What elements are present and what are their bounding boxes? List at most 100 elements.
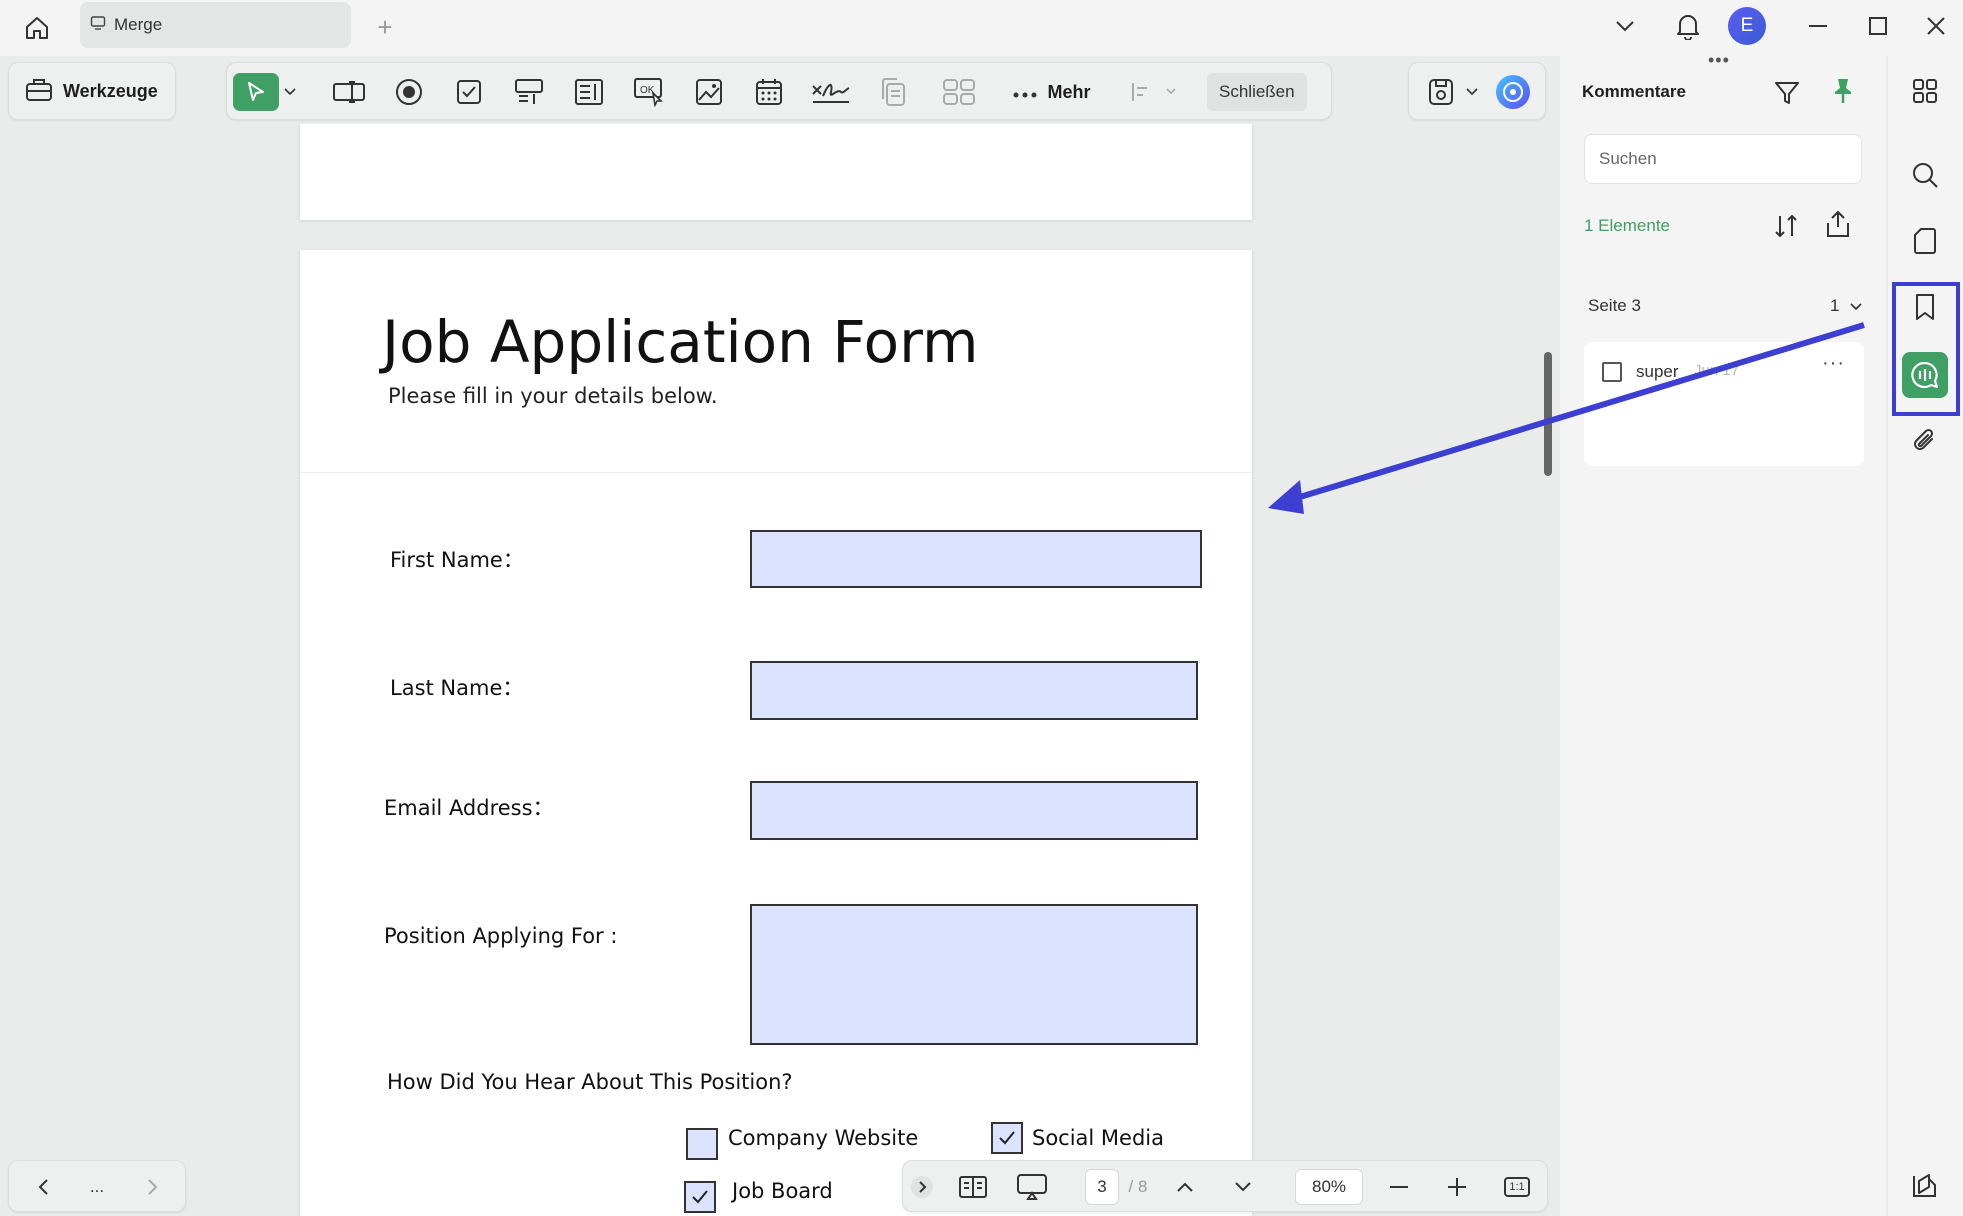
email-field[interactable]: [750, 781, 1198, 840]
presentation-icon[interactable]: [1011, 1169, 1053, 1205]
panel-drag-handle[interactable]: •••: [1708, 50, 1730, 71]
more-button[interactable]: Mehr: [1007, 73, 1097, 111]
grid-icon[interactable]: [937, 73, 981, 111]
vertical-scrollbar[interactable]: [1544, 352, 1552, 476]
align-icon[interactable]: [1127, 73, 1183, 111]
checkbox-icon[interactable]: [449, 73, 489, 111]
job-board-checkbox[interactable]: [684, 1181, 716, 1213]
document-viewport[interactable]: Job Application Form Please fill in your…: [0, 124, 1545, 1216]
comment-item[interactable]: super Jun 17 ···: [1584, 342, 1864, 466]
position-field[interactable]: [750, 904, 1198, 1045]
bottom-toolbar: 3 / 8 80% 1:1: [902, 1160, 1548, 1212]
company-website-checkbox[interactable]: [686, 1128, 718, 1160]
search-icon[interactable]: [1904, 154, 1946, 196]
page-icon[interactable]: [1904, 220, 1946, 262]
last-name-label: Last Name：: [390, 676, 524, 700]
chevron-down-icon[interactable]: [1610, 8, 1640, 44]
attachment-icon[interactable]: [1904, 420, 1946, 462]
checkmark-icon: [692, 1190, 708, 1204]
form-subtitle: Please fill in your details below.: [388, 384, 718, 408]
comments-panel: ••• Kommentare Suchen 1 Elemente Seite 3…: [1560, 50, 1886, 1216]
page-navigation: ...: [8, 1160, 186, 1212]
zoom-out-icon[interactable]: [1381, 1169, 1417, 1205]
save-chevron-down-icon[interactable]: [1463, 73, 1481, 111]
comment-text: super: [1636, 362, 1679, 381]
page-total: / 8: [1128, 1177, 1148, 1196]
source-question: How Did You Hear About This Position?: [387, 1070, 793, 1094]
more-label: Mehr: [1047, 81, 1091, 102]
filter-icon[interactable]: [1770, 76, 1804, 110]
page-group-count: 1: [1830, 296, 1840, 315]
forward-icon[interactable]: [133, 1169, 173, 1205]
checkmark-icon: [999, 1131, 1015, 1145]
pdf-page: Job Application Form Please fill in your…: [300, 250, 1252, 1216]
avatar-initial: E: [1728, 7, 1766, 45]
date-field-icon[interactable]: [749, 73, 789, 111]
zoom-level[interactable]: 80%: [1295, 1169, 1363, 1205]
document-tab[interactable]: Merge: [80, 2, 351, 48]
sort-icon[interactable]: [1768, 208, 1804, 244]
bell-icon[interactable]: [1670, 8, 1706, 44]
next-page-icon[interactable]: [1225, 1169, 1261, 1205]
home-icon[interactable]: [18, 10, 56, 46]
highlight-annotation-box: [1892, 282, 1960, 416]
image-field-icon[interactable]: [689, 73, 729, 111]
company-website-label: Company Website: [728, 1126, 919, 1150]
ai-assistant-icon[interactable]: [1493, 73, 1533, 111]
monitor-icon: [90, 15, 106, 36]
form-toolbar: OK Mehr Schließen: [226, 62, 1332, 120]
select-arrow-icon[interactable]: [233, 73, 279, 111]
first-name-label: First Name：: [390, 548, 524, 572]
maximize-icon[interactable]: [1860, 8, 1896, 44]
social-media-checkbox[interactable]: [991, 1122, 1023, 1154]
radio-button-icon[interactable]: [389, 73, 429, 111]
actual-size-button[interactable]: 1:1: [1499, 1169, 1535, 1205]
save-icon[interactable]: [1421, 73, 1461, 111]
thumbnails-grid-icon[interactable]: [1904, 70, 1946, 112]
list-box-icon[interactable]: [569, 73, 609, 111]
back-icon[interactable]: [23, 1169, 63, 1205]
expand-icon[interactable]: [909, 1169, 935, 1205]
comment-date: Jun 17: [1694, 362, 1740, 379]
more-dots-icon: [1013, 82, 1037, 103]
right-rail: [1888, 56, 1963, 1216]
comment-checkbox[interactable]: [1602, 362, 1622, 382]
previous-page: [300, 124, 1252, 220]
page-group-label: Seite 3: [1588, 296, 1641, 315]
comments-title: Kommentare: [1582, 82, 1686, 101]
title-bar: Merge + E: [0, 0, 1963, 56]
previous-page-icon[interactable]: [1167, 1169, 1203, 1205]
panel-layout-icon[interactable]: [1904, 1164, 1946, 1206]
position-label: Position Applying For :: [384, 924, 618, 948]
signature-field-icon[interactable]: [809, 73, 853, 111]
toolbox-icon: [25, 76, 53, 107]
email-label: Email Address：: [384, 796, 554, 820]
zoom-in-icon[interactable]: [1439, 1169, 1475, 1205]
save-toolbar: [1408, 62, 1546, 120]
export-icon[interactable]: [1820, 206, 1856, 242]
header-divider: [300, 472, 1252, 473]
reading-mode-icon[interactable]: [953, 1169, 993, 1205]
comment-search-input[interactable]: Suchen: [1584, 134, 1862, 184]
chevron-down-icon: [1850, 303, 1862, 311]
text-field-icon[interactable]: [329, 73, 369, 111]
social-media-label: Social Media: [1032, 1126, 1165, 1150]
page-group-toggle[interactable]: 1: [1830, 296, 1862, 316]
last-name-field[interactable]: [750, 661, 1198, 720]
new-tab-button[interactable]: +: [370, 12, 400, 42]
close-window-icon[interactable]: [1918, 8, 1954, 44]
pin-icon[interactable]: [1826, 74, 1860, 108]
combo-box-icon[interactable]: [509, 73, 549, 111]
tools-button[interactable]: Werkzeuge: [8, 62, 176, 120]
form-title: Job Application Form: [382, 308, 979, 376]
user-avatar[interactable]: E: [1727, 7, 1767, 45]
page-number-input[interactable]: 3: [1085, 1169, 1119, 1205]
comment-more-icon[interactable]: ···: [1822, 352, 1845, 375]
duplicate-icon[interactable]: [873, 73, 913, 111]
minimize-icon[interactable]: [1800, 8, 1836, 44]
select-dropdown-chevron-icon[interactable]: [281, 73, 299, 111]
nav-more-button[interactable]: ...: [77, 1169, 117, 1205]
close-form-mode-button[interactable]: Schließen: [1207, 73, 1307, 111]
first-name-field[interactable]: [750, 530, 1202, 588]
ok-button-icon[interactable]: OK: [629, 73, 669, 111]
